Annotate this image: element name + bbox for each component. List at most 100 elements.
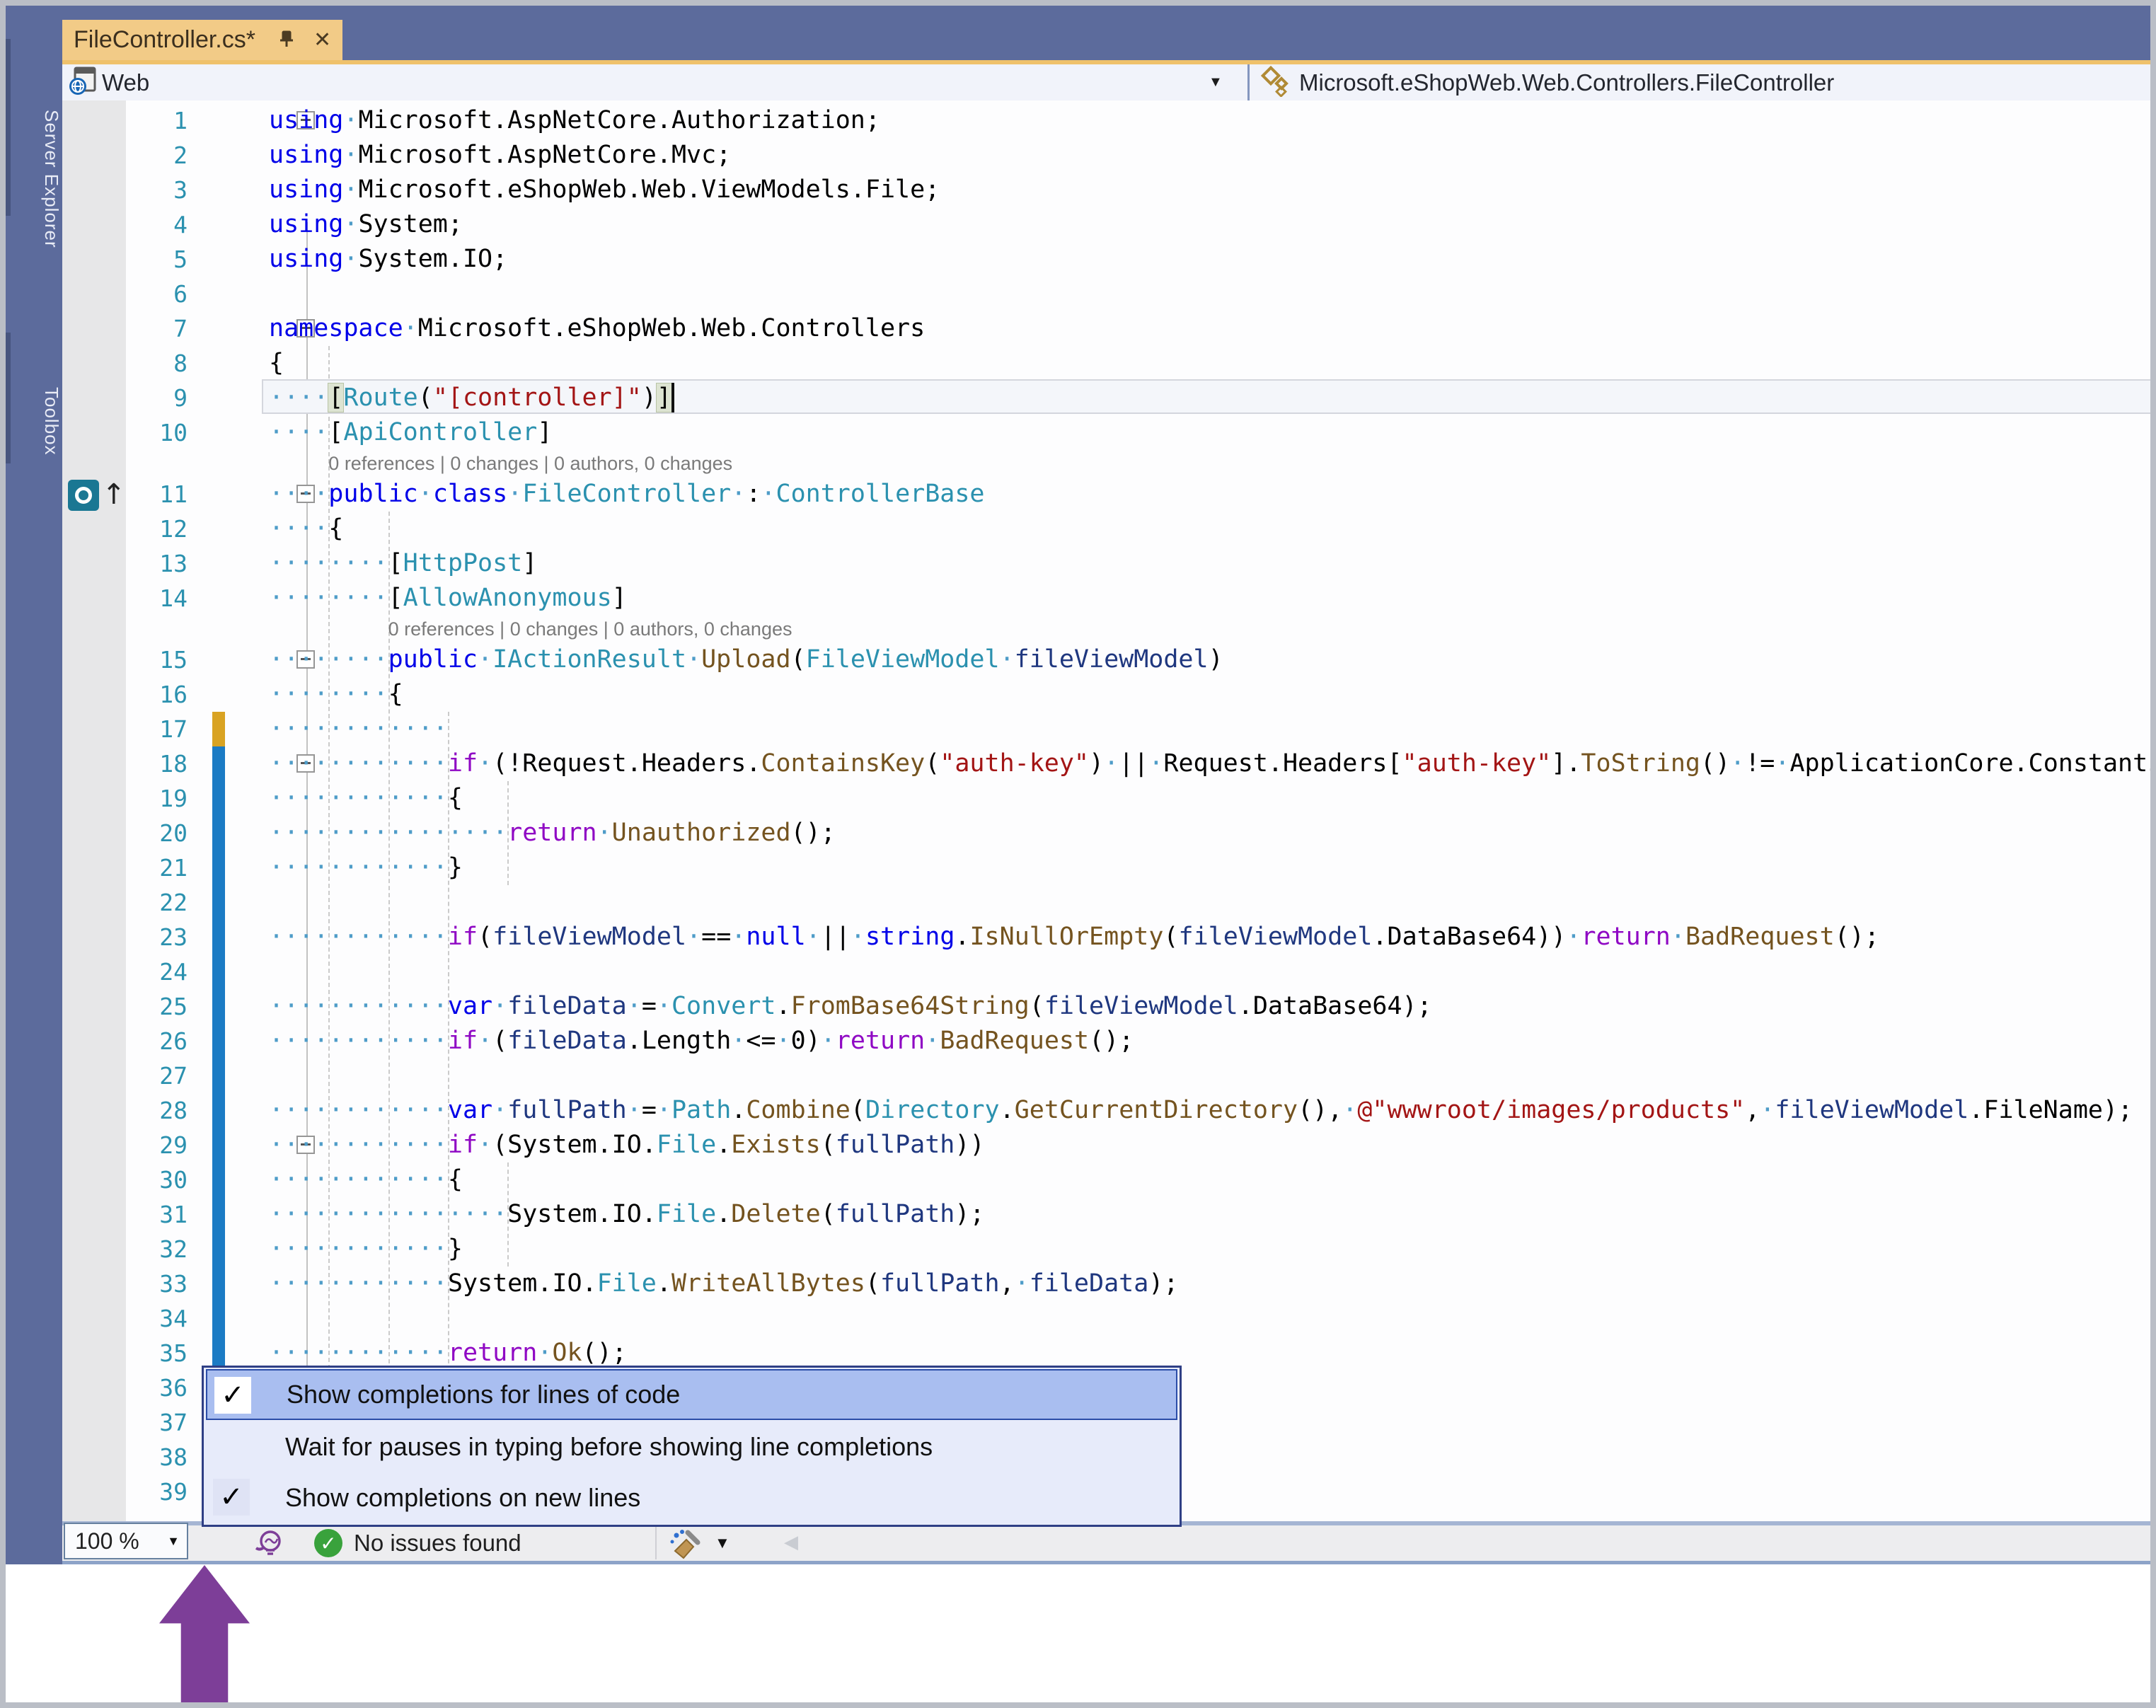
check-icon: ✓ (214, 1377, 251, 1414)
code-line[interactable]: ········[AllowAnonymous] (269, 581, 627, 616)
track-changes-saved-bar (212, 746, 225, 1371)
code-line[interactable]: ····{ (269, 512, 343, 546)
code-line[interactable]: ············if(fileViewModel·==·null·||·… (269, 920, 1879, 954)
code-line[interactable]: using·Microsoft.AspNetCore.Mvc; (269, 138, 731, 173)
glyph-margin (62, 100, 126, 1521)
line-number: 15 (159, 646, 188, 674)
line-number: 3 (173, 176, 188, 204)
code-line[interactable]: using·Microsoft.AspNetCore.Authorization… (269, 103, 880, 138)
line-number: 18 (159, 750, 188, 778)
line-number: 30 (159, 1166, 188, 1194)
menu-item-label: Wait for pauses in typing before showing… (285, 1432, 933, 1461)
code-line[interactable]: ············{ (269, 781, 463, 816)
code-line[interactable]: ············} (269, 1232, 463, 1266)
line-number: 34 (159, 1305, 188, 1332)
zoom-level-value: 100 % (75, 1528, 139, 1554)
sidebar-item-server-explorer[interactable]: Server Explorer (6, 45, 62, 313)
line-number: 27 (159, 1062, 188, 1090)
scroll-left-icon[interactable]: ◀ (784, 1531, 798, 1553)
document-tab-bar (62, 6, 2150, 60)
menu-item-wait-for-pauses[interactable]: Wait for pauses in typing before showing… (206, 1421, 1177, 1472)
code-line[interactable]: ············System.IO.File.WriteAllBytes… (269, 1266, 1178, 1301)
line-number: 36 (159, 1374, 188, 1402)
line-number: 35 (159, 1339, 188, 1367)
menu-item-show-completions-lines[interactable]: ✓ Show completions for lines of code (206, 1369, 1177, 1420)
line-number: 13 (159, 550, 188, 577)
tab-title: FileController.cs* (74, 26, 255, 53)
project-dropdown[interactable]: Web ▼ (62, 64, 1245, 100)
code-line[interactable]: ············} (269, 850, 463, 885)
code-line[interactable]: ····public·class·FileController·:·Contro… (269, 477, 985, 512)
code-line[interactable]: ····[Route("[controller]")] (269, 381, 672, 415)
code-line[interactable]: using·Microsoft.eShopWeb.Web.ViewModels.… (269, 173, 940, 207)
line-number: 10 (159, 419, 188, 446)
line-number: 25 (159, 993, 188, 1020)
code-line[interactable]: namespace·Microsoft.eShopWeb.Web.Control… (269, 311, 925, 346)
line-number: 6 (173, 280, 188, 308)
text-caret (671, 383, 674, 412)
line-number: 26 (159, 1027, 188, 1055)
line-number: 2 (173, 142, 188, 169)
member-dropdown-label: Microsoft.eShopWeb.Web.Controllers.FileC… (1299, 69, 1835, 96)
reference-glyph-icon[interactable]: ↑ (67, 478, 126, 513)
line-number: 28 (159, 1097, 188, 1124)
code-line[interactable]: using·System; (269, 207, 463, 242)
code-line[interactable]: ············{ (269, 1162, 463, 1197)
menu-item-label: Show completions for lines of code (287, 1380, 681, 1409)
canvas-below-window (6, 1564, 2150, 1702)
chevron-down-icon[interactable]: ▼ (1209, 74, 1223, 91)
pin-icon[interactable] (274, 28, 295, 53)
code-line[interactable]: using·System.IO; (269, 242, 507, 277)
code-line[interactable]: ············var·fileData·=·Convert.FromB… (269, 989, 1432, 1024)
line-number: 32 (159, 1235, 188, 1263)
line-number: 23 (159, 923, 188, 951)
check-icon: ✓ (213, 1479, 250, 1516)
code-line[interactable]: ············var·fullPath·=·Path.Combine(… (269, 1093, 2133, 1128)
code-editor[interactable]: ↑ 1 using·Microsoft.AspNetCore.Authorizat… (62, 100, 2150, 1521)
line-number: 5 (173, 246, 188, 273)
zoom-level-combobox[interactable]: 100 % ▼ (64, 1523, 188, 1559)
line-number: 21 (159, 854, 188, 882)
code-line[interactable]: ············ (269, 712, 448, 746)
issues-status[interactable]: ✓ No issues found (314, 1525, 521, 1561)
line-number: 7 (173, 315, 188, 342)
line-number: 31 (159, 1201, 188, 1228)
line-number: 17 (159, 715, 188, 743)
web-project-icon (68, 65, 99, 100)
code-line[interactable]: ················System.IO.File.Delete(fu… (269, 1197, 985, 1232)
line-number: 4 (173, 211, 188, 238)
codelens-info[interactable]: 0 references | 0 changes | 0 authors, 0 … (328, 450, 732, 477)
toolbox-label: Toolbox (41, 386, 62, 456)
line-number: 33 (159, 1270, 188, 1298)
menu-item-show-completions-new-lines[interactable]: ✓ Show completions on new lines (206, 1472, 1177, 1523)
code-line[interactable]: ········[HttpPost] (269, 546, 537, 581)
project-dropdown-label: Web (102, 69, 150, 96)
codelens-info[interactable]: 0 references | 0 changes | 0 authors, 0 … (388, 616, 792, 642)
tab-filecontroller[interactable]: FileController.cs* ✕ (58, 20, 342, 60)
statusbar-separator (655, 1527, 657, 1559)
chevron-down-icon: ▼ (167, 1534, 180, 1548)
code-line[interactable]: ············if·(fileData.Length·<=·0)·re… (269, 1024, 1134, 1058)
intellicode-icon[interactable] (252, 1527, 284, 1563)
code-line[interactable]: ············if·(!Request.Headers.Contain… (269, 746, 2150, 781)
line-number: 20 (159, 819, 188, 847)
line-number: 39 (159, 1478, 188, 1506)
side-tool-strip: Server Explorer Toolbox (6, 6, 62, 1564)
line-number: 37 (159, 1409, 188, 1436)
close-icon[interactable]: ✕ (313, 29, 331, 51)
member-dropdown[interactable]: Microsoft.eShopWeb.Web.Controllers.FileC… (1247, 64, 2150, 100)
editor-status-bar: 100 % ▼ ✓ No issues found ▼ ◀ (62, 1523, 2150, 1563)
code-line[interactable]: ········{ (269, 677, 403, 712)
code-line[interactable]: ············if·(System.IO.File.Exists(fu… (269, 1128, 985, 1162)
code-line[interactable]: ················return·Unauthorized(); (269, 816, 836, 850)
issues-ok-icon: ✓ (314, 1529, 342, 1557)
chevron-down-icon[interactable]: ▼ (715, 1534, 730, 1552)
sidebar-item-toolbox[interactable]: Toolbox (6, 333, 62, 509)
code-line[interactable]: ········public·IActionResult·Upload(File… (269, 642, 1223, 677)
class-icon (1259, 64, 1292, 100)
line-number: 24 (159, 958, 188, 986)
code-line[interactable]: { (269, 346, 284, 381)
code-line[interactable]: ····[ApiController] (269, 415, 552, 450)
line-number: 29 (159, 1131, 188, 1159)
line-number: 22 (159, 889, 188, 916)
